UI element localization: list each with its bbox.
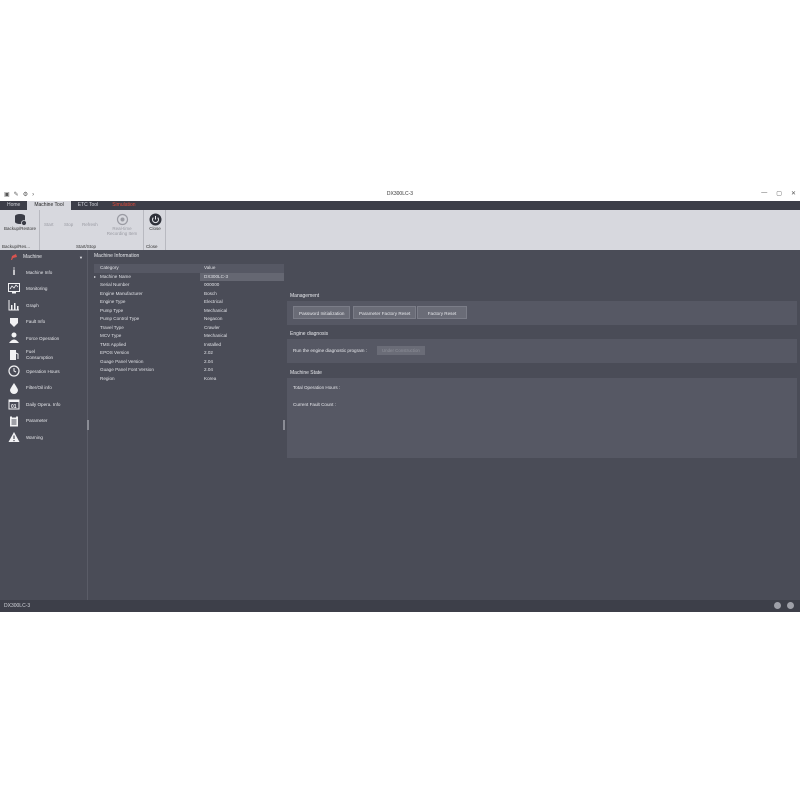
graph-icon: [8, 299, 20, 311]
current-fault-count-label: Current Fault Count :: [293, 402, 336, 407]
minimize-icon[interactable]: —: [761, 190, 767, 197]
left-navigation: Machine ▼ i Machine Info Monitoring Grap…: [0, 250, 88, 600]
power-icon: [149, 213, 161, 226]
table-row[interactable]: Pump Type Mechanical: [94, 307, 284, 316]
refresh-button[interactable]: Refresh: [82, 222, 98, 227]
table-row[interactable]: Guage Panel Font Version 2.04: [94, 366, 284, 375]
nav-item-monitoring[interactable]: Monitoring: [0, 281, 87, 298]
monitor-icon: [8, 283, 20, 295]
group-label-close: Close: [146, 244, 158, 249]
nav-label-consumption: Consumption: [26, 354, 54, 360]
clock-icon: [8, 365, 20, 377]
database-icon: [14, 214, 27, 226]
table-row[interactable]: Engine Type Electrical: [94, 298, 284, 307]
machine-information-title: Machine Information: [94, 253, 140, 259]
total-operation-hours-label: Total Operation Hours :: [293, 385, 341, 390]
table-header-row: Category Value: [94, 264, 284, 273]
warning-icon: [8, 431, 20, 443]
fuel-icon: [8, 349, 20, 361]
app-window: ▣ ✎ ⚙ › DX300LC-3 — ▢ ✕ Home Machine Too…: [0, 188, 800, 612]
person-icon: [8, 332, 20, 344]
table-row[interactable]: EPOS Version 2.02: [94, 349, 284, 358]
stop-button[interactable]: Stop: [64, 222, 73, 227]
parameter-factory-reset-button[interactable]: Parameter Factory Reset: [353, 306, 417, 319]
column-header-value[interactable]: Value: [200, 264, 284, 273]
window-controls: — ▢ ✕: [761, 190, 796, 197]
nav-item-filter-oil[interactable]: Filter/Oil info: [0, 380, 87, 397]
nav-splitter-handle[interactable]: [87, 420, 89, 430]
machine-information-table: Category Value ▸ Machine Name DX300LC-3 S…: [94, 264, 284, 383]
recording-icon: [116, 213, 128, 226]
group-label-start-stop: Start/Stop: [76, 244, 97, 249]
oil-icon: [8, 382, 20, 394]
ribbon: Backup/Restore Backup/Res... Start Stop …: [0, 210, 800, 250]
nav-item-force-operation[interactable]: Force Operation: [0, 330, 87, 347]
chevron-down-icon: ▼: [79, 254, 83, 260]
tab-home[interactable]: Home: [0, 201, 27, 210]
ribbon-tabs: Home Machine Tool ETC Tool Simulation: [0, 201, 800, 210]
nav-item-fault-info[interactable]: Fault Info: [0, 314, 87, 331]
password-initialization-button[interactable]: Password Initialization: [293, 306, 351, 319]
realtime-recording-button[interactable]: Real-time Recording Item: [104, 213, 140, 236]
nav-item-warning[interactable]: Warning: [0, 429, 87, 446]
ribbon-group-backup: Backup/Restore Backup/Res...: [0, 210, 40, 250]
nav-label-fuel: Fuel: [26, 349, 35, 355]
excavator-icon: [7, 253, 17, 260]
title-bar: ▣ ✎ ⚙ › DX300LC-3 — ▢ ✕: [0, 188, 800, 201]
panel-splitter-handle[interactable]: [283, 420, 285, 430]
close-window-icon[interactable]: ✕: [791, 190, 796, 197]
table-row[interactable]: Guage Panel Version 2.04: [94, 358, 284, 367]
column-header-category[interactable]: Category: [94, 264, 200, 273]
machine-state-title: Machine State: [290, 370, 322, 376]
maximize-icon[interactable]: ▢: [776, 190, 782, 197]
tab-simulation[interactable]: Simulation: [105, 201, 142, 210]
engine-diagnosis-title: Engine diagnosis: [290, 331, 329, 337]
machine-information-panel: Machine Information Category Value ▸ Mach…: [90, 250, 284, 600]
backup-restore-button[interactable]: Backup/Restore: [2, 213, 38, 231]
ribbon-group-start-stop: Start Stop Refresh Real-time Recording I…: [40, 210, 144, 250]
factory-reset-button[interactable]: Factory Reset: [417, 306, 467, 319]
start-button[interactable]: Start: [44, 222, 54, 227]
nav-item-machine-info[interactable]: i Machine Info: [0, 264, 87, 281]
table-row[interactable]: TMS Applied Installed: [94, 341, 284, 350]
table-row[interactable]: MCV Type Mechanical: [94, 332, 284, 341]
fault-icon: [8, 316, 20, 328]
table-row[interactable]: Serial Number 000000: [94, 281, 284, 290]
actions-panel: Management Password Initialization Param…: [287, 250, 800, 600]
table-row[interactable]: Region Korea: [94, 375, 284, 384]
info-icon: i: [12, 266, 16, 278]
ribbon-group-close: Close Close: [144, 210, 166, 250]
engine-diagnosis-label: Run the engine diagnostic program :: [293, 348, 368, 353]
management-title: Management: [290, 293, 320, 299]
window-title: DX300LC-3: [386, 191, 414, 197]
close-button[interactable]: Close: [147, 213, 163, 231]
nav-item-fuel-consumption[interactable]: Fuel Consumption: [0, 347, 87, 364]
management-section: Password Initialization Parameter Factor…: [287, 301, 797, 325]
tab-etc-tool[interactable]: ETC Tool: [71, 201, 105, 210]
group-label-backup: Backup/Res...: [2, 244, 31, 249]
status-bar: DX300LC-3: [0, 600, 800, 612]
svg-text:01: 01: [11, 404, 17, 410]
nav-item-daily-opera-info[interactable]: 01 Daily Opera. Info: [0, 396, 87, 413]
nav-item-operation-hours[interactable]: Operation Hours: [0, 363, 87, 380]
engine-diagnosis-section: Run the engine diagnostic program : Unde…: [287, 339, 797, 363]
row-selected-arrow-icon: ▸: [94, 273, 97, 279]
status-text: DX300LC-3: [4, 603, 31, 609]
table-row[interactable]: ▸ Machine Name DX300LC-3: [94, 272, 284, 281]
connection-icon[interactable]: [787, 602, 794, 609]
table-row[interactable]: Engine Manufacturer Bosch: [94, 290, 284, 299]
nav-header-machine[interactable]: Machine ▼: [0, 250, 87, 264]
nav-item-parameter[interactable]: Parameter: [0, 413, 87, 430]
settings-icon[interactable]: [774, 602, 781, 609]
table-row[interactable]: Pump Control Type Negacon: [94, 315, 284, 324]
calendar-icon: 01: [8, 398, 20, 410]
nav-item-graph[interactable]: Graph: [0, 297, 87, 314]
tab-machine-tool[interactable]: Machine Tool: [27, 201, 71, 210]
clipboard-icon: [8, 415, 20, 427]
table-row[interactable]: Travel Type Crawler: [94, 324, 284, 333]
under-construction-button[interactable]: Under Construction: [377, 346, 425, 355]
machine-state-section: Total Operation Hours : Current Fault Co…: [287, 378, 797, 458]
